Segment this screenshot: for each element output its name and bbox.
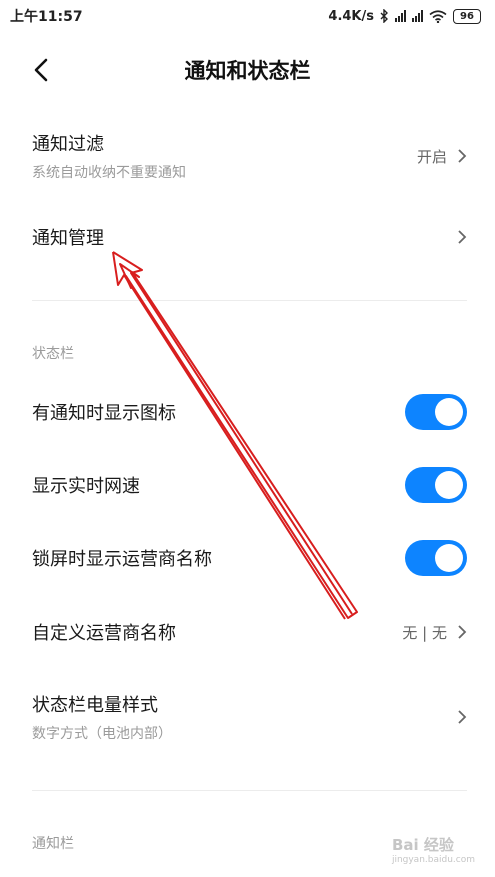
chevron-right-icon bbox=[458, 625, 467, 639]
battery-style-subtitle: 数字方式（电池内部） bbox=[32, 726, 172, 742]
page-title: 通知和状态栏 bbox=[184, 59, 311, 83]
notification-management-label: 通知管理 bbox=[32, 228, 104, 249]
section-title-status-bar: 状态栏 bbox=[32, 346, 74, 362]
toggle-knob bbox=[435, 471, 463, 499]
chevron-right-icon bbox=[458, 710, 467, 724]
notification-filter-value-group: 开启 bbox=[417, 146, 467, 167]
chevron-right-icon bbox=[458, 149, 467, 163]
notification-filter-row[interactable]: 通知过滤 系统自动收纳不重要通知 开启 bbox=[0, 124, 495, 188]
wifi-icon bbox=[429, 9, 447, 23]
toggle-knob bbox=[435, 544, 463, 572]
show-icon-on-notification-row: 有通知时显示图标 bbox=[0, 388, 495, 436]
watermark-text: Bai 经验 bbox=[391, 836, 454, 854]
custom-carrier-name-value-group: 无 | 无 bbox=[402, 622, 467, 643]
status-time: 上午11:57 bbox=[10, 9, 83, 25]
section-title-notification-bar: 通知栏 bbox=[32, 836, 74, 852]
battery-icon: 96 bbox=[453, 8, 481, 24]
divider bbox=[32, 300, 467, 301]
custom-carrier-name-row[interactable]: 自定义运营商名称 无 | 无 bbox=[0, 608, 495, 656]
show-icon-on-notification-label: 有通知时显示图标 bbox=[32, 403, 176, 424]
custom-carrier-name-value: 无 | 无 bbox=[402, 623, 447, 642]
lockscreen-carrier-toggle[interactable] bbox=[405, 540, 467, 576]
page-header: 通知和状态栏 bbox=[0, 48, 495, 92]
show-net-speed-row: 显示实时网速 bbox=[0, 461, 495, 509]
watermark-url: jingyan.baidu.com bbox=[391, 855, 475, 865]
battery-style-row[interactable]: 状态栏电量样式 数字方式（电池内部） bbox=[0, 685, 495, 749]
status-bar: 上午11:57 4.4K/s 96 bbox=[0, 0, 495, 32]
divider bbox=[32, 790, 467, 791]
show-net-speed-label: 显示实时网速 bbox=[32, 476, 140, 497]
notification-filter-value: 开启 bbox=[416, 147, 447, 166]
back-arrow-icon[interactable] bbox=[28, 54, 56, 86]
lockscreen-carrier-label: 锁屏时显示运营商名称 bbox=[32, 549, 212, 570]
signal-icon-2 bbox=[412, 10, 423, 22]
notification-filter-label: 通知过滤 bbox=[32, 134, 104, 155]
watermark: Bai 经验 jingyan.baidu.com bbox=[392, 834, 475, 865]
battery-style-label: 状态栏电量样式 bbox=[32, 695, 158, 716]
net-speed: 4.4K/s bbox=[328, 8, 374, 24]
custom-carrier-name-label: 自定义运营商名称 bbox=[32, 623, 176, 644]
signal-icon bbox=[395, 10, 406, 22]
chevron-right-icon bbox=[458, 230, 467, 244]
battery-style-text: 状态栏电量样式 数字方式（电池内部） bbox=[32, 691, 172, 743]
show-icon-on-notification-toggle[interactable] bbox=[405, 394, 467, 430]
show-net-speed-toggle[interactable] bbox=[405, 467, 467, 503]
status-icons: 4.4K/s 96 bbox=[328, 8, 481, 24]
toggle-knob bbox=[435, 398, 463, 426]
bluetooth-icon bbox=[380, 9, 388, 23]
lockscreen-carrier-row: 锁屏时显示运营商名称 bbox=[0, 534, 495, 582]
notification-management-row[interactable]: 通知管理 bbox=[0, 212, 495, 262]
battery-style-chevron-group bbox=[457, 709, 467, 725]
notification-management-chevron-group bbox=[457, 229, 467, 245]
notification-filter-subtitle: 系统自动收纳不重要通知 bbox=[32, 165, 186, 181]
notification-filter-text: 通知过滤 系统自动收纳不重要通知 bbox=[32, 130, 186, 182]
